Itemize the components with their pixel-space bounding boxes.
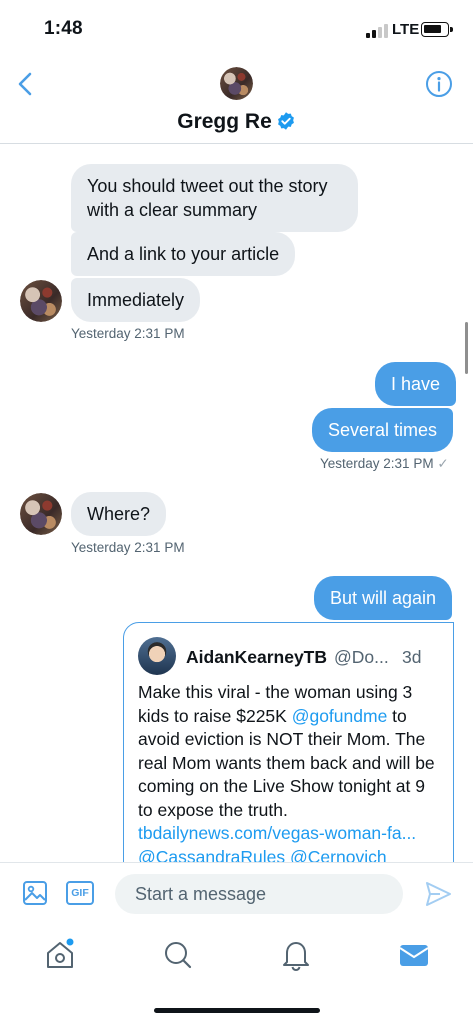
sender-avatar[interactable] xyxy=(20,280,62,322)
search-icon[interactable] xyxy=(161,938,195,972)
outgoing-message[interactable]: But will again xyxy=(314,576,453,620)
home-icon[interactable] xyxy=(43,938,77,972)
incoming-message[interactable]: You should tweet out the story with a cl… xyxy=(71,164,358,232)
back-arrow-icon[interactable] xyxy=(14,70,38,98)
quoted-tweet-author: AidanKearneyTB xyxy=(186,647,328,667)
conversation-header: Gregg Re xyxy=(0,56,473,144)
header-title[interactable]: Gregg Re xyxy=(0,110,473,134)
incoming-message[interactable]: Where? xyxy=(71,492,167,536)
message-timestamp: Yesterday 2:31 PM xyxy=(71,540,185,555)
incoming-message[interactable]: Immediately xyxy=(71,278,201,322)
message-composer: GIF xyxy=(0,862,473,924)
verified-badge-icon xyxy=(277,111,294,130)
scrollbar[interactable] xyxy=(465,322,468,374)
send-icon[interactable] xyxy=(424,880,452,908)
image-icon[interactable] xyxy=(22,880,48,906)
message-timestamp: Yesterday 2:31 PM xyxy=(71,326,185,341)
signal-icon xyxy=(366,24,388,38)
battery-icon xyxy=(421,22,453,37)
info-icon[interactable] xyxy=(425,70,453,98)
bell-icon[interactable] xyxy=(279,938,313,972)
quoted-tweet-card[interactable]: AidanKearneyTB @Do... 3d Make this viral… xyxy=(123,622,454,872)
sender-avatar[interactable] xyxy=(20,493,62,535)
status-time: 1:48 xyxy=(44,18,83,39)
message-timestamp: Yesterday 2:31 PM ✓ xyxy=(320,456,449,471)
contact-name: Gregg Re xyxy=(177,110,272,133)
quoted-tweet-handle: @Do... xyxy=(334,647,389,667)
status-bar: 1:48 LTE xyxy=(0,0,473,56)
quoted-tweet-text: Make this viral - the woman using 3 kids… xyxy=(138,682,435,867)
mail-icon[interactable] xyxy=(397,938,431,972)
incoming-message[interactable]: And a link to your article xyxy=(71,232,296,276)
mention-link[interactable]: @gofundme xyxy=(292,706,388,726)
home-indicator xyxy=(154,1008,320,1013)
delivered-check-icon: ✓ xyxy=(437,456,449,471)
quoted-tweet-avatar xyxy=(138,637,176,675)
network-label: LTE xyxy=(392,21,420,38)
outgoing-message[interactable]: I have xyxy=(375,362,457,406)
article-link[interactable]: tbdailynews.com/vegas-woman-fa... xyxy=(138,823,416,843)
outgoing-message[interactable]: Several times xyxy=(312,408,454,452)
header-avatar[interactable] xyxy=(220,67,253,100)
quoted-tweet-age: 3d xyxy=(402,647,422,667)
gif-icon[interactable]: GIF xyxy=(66,881,94,905)
message-input[interactable] xyxy=(115,874,403,914)
